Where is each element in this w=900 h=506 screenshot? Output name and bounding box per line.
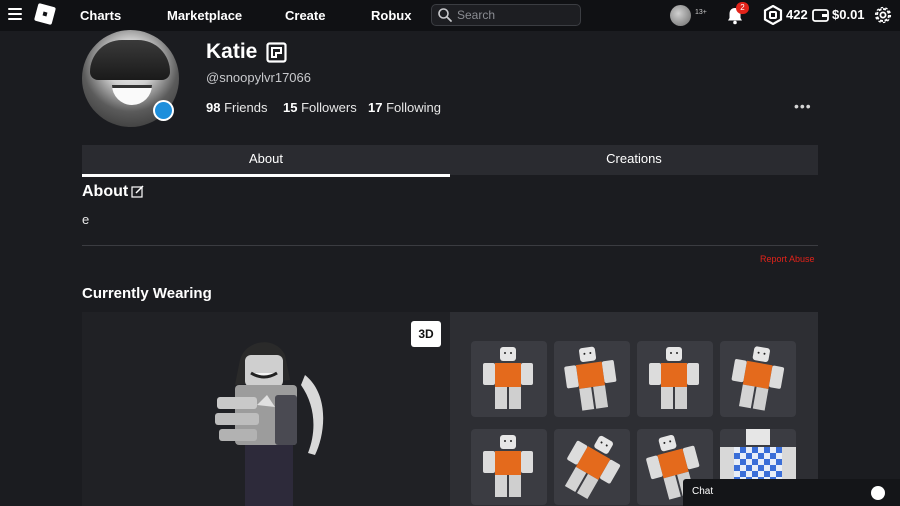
- menu-icon[interactable]: [8, 8, 22, 20]
- about-heading: About: [82, 183, 129, 200]
- currently-wearing-heading: Currently Wearing: [82, 285, 212, 302]
- chat-compose-icon[interactable]: [871, 486, 885, 500]
- wearing-item-card[interactable]: [554, 341, 630, 417]
- user-avatar-thumbnail[interactable]: [670, 5, 691, 26]
- friends-stat[interactable]: 98 Friends: [206, 100, 267, 115]
- edit-pencil-icon[interactable]: [131, 185, 144, 198]
- search-icon: [438, 8, 452, 22]
- about-description: e: [82, 212, 90, 227]
- robux-icon[interactable]: [763, 5, 783, 25]
- age-badge: 13+: [695, 9, 707, 16]
- wearing-item-card[interactable]: [471, 341, 547, 417]
- following-stat[interactable]: 17 Following: [368, 100, 441, 115]
- chat-label: Chat: [692, 486, 714, 497]
- roblox-logo-icon[interactable]: [33, 2, 57, 26]
- divider: [82, 245, 818, 246]
- search-box[interactable]: [431, 4, 581, 26]
- wearing-item-card[interactable]: [554, 429, 630, 505]
- tab-about[interactable]: About: [82, 145, 450, 177]
- wallet-balance[interactable]: $0.01: [832, 0, 865, 30]
- followers-stat[interactable]: 15 Followers: [283, 100, 357, 115]
- more-options-icon[interactable]: •••: [794, 98, 812, 114]
- report-abuse-link[interactable]: Report Abuse: [760, 254, 815, 264]
- wallet-icon[interactable]: [812, 7, 829, 23]
- premium-badge-icon: [266, 42, 287, 63]
- nav-robux[interactable]: Robux: [371, 0, 411, 31]
- wearing-item-card[interactable]: [720, 341, 796, 417]
- profile-username: @snoopylvr17066: [206, 70, 311, 85]
- tab-creations[interactable]: Creations: [450, 145, 818, 175]
- profile-tabs: About Creations: [82, 145, 818, 177]
- settings-gear-icon[interactable]: [873, 5, 893, 25]
- search-input[interactable]: [457, 7, 577, 23]
- nav-create[interactable]: Create: [285, 0, 325, 31]
- wearing-item-card[interactable]: [471, 429, 547, 505]
- avatar-render-image: [215, 342, 324, 506]
- notification-count-badge: 2: [736, 2, 749, 14]
- toggle-3d-button[interactable]: 3D: [411, 321, 441, 347]
- chat-bar[interactable]: Chat: [683, 479, 900, 506]
- nav-marketplace[interactable]: Marketplace: [167, 0, 242, 31]
- top-navigation-bar: Charts Marketplace Create Robux 13+ 2 42…: [0, 0, 900, 31]
- profile-display-name: Katie: [206, 40, 258, 63]
- online-status-icon: [153, 100, 174, 121]
- robux-balance[interactable]: 422: [786, 0, 808, 30]
- nav-charts[interactable]: Charts: [80, 0, 121, 31]
- wearing-item-card[interactable]: [637, 341, 713, 417]
